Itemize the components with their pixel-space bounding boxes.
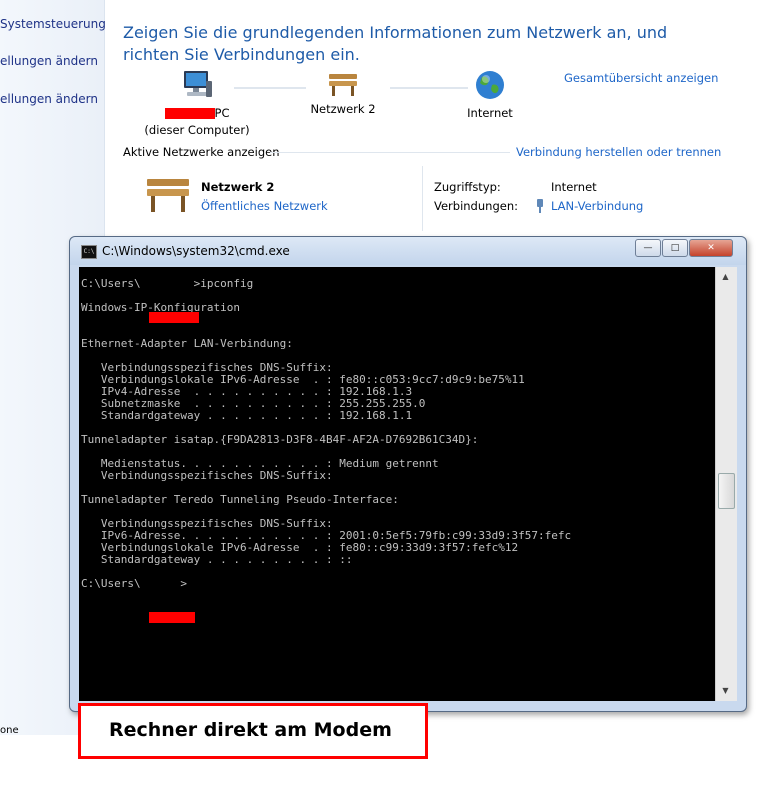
internet-node[interactable]: Internet [460, 69, 520, 121]
connection-line [390, 87, 468, 89]
globe-icon [476, 71, 504, 99]
redacted-username [149, 612, 195, 623]
sidebar-item-bottom[interactable]: one [0, 725, 19, 736]
network-type-link[interactable]: Öffentliches Netzwerk [201, 199, 328, 213]
network-node[interactable]: Netzwerk 2 [302, 71, 384, 117]
divider [270, 152, 510, 153]
connections-label: Verbindungen: [434, 199, 518, 213]
computer-icon [184, 71, 212, 97]
redacted-username [149, 312, 199, 323]
computer-label: PC [214, 106, 230, 120]
access-type-label: Zugriffstyp: [434, 180, 501, 194]
scrollbar-thumb[interactable] [718, 473, 735, 509]
console-output-area[interactable]: C:\Users\ >ipconfig Windows-IP-Konfigura… [79, 267, 715, 701]
cmd-titlebar[interactable]: C:\ C:\Windows\system32\cmd.exe — □ ✕ [70, 237, 746, 265]
bench-icon [147, 179, 189, 212]
caption-text: Rechner direkt am Modem [109, 719, 392, 741]
lan-connection-link[interactable]: LAN-Verbindung [551, 199, 643, 213]
minimize-button[interactable]: — [635, 239, 661, 257]
lan-connection-icon [537, 199, 543, 213]
vertical-scrollbar[interactable]: ▲ ▼ [715, 267, 737, 701]
divider [422, 166, 423, 231]
sidebar-item-adapter-settings[interactable]: ellungen ändern [0, 54, 98, 68]
computer-sublabel: (dieser Computer) [144, 123, 250, 137]
bench-icon [329, 74, 357, 96]
network-name: Netzwerk 2 [201, 180, 275, 194]
sidebar-item-sharing-settings[interactable]: ellungen ändern [0, 92, 98, 106]
active-networks-header: Aktive Netzwerke anzeigen [123, 145, 280, 159]
caption-box: Rechner direkt am Modem [78, 703, 428, 759]
connect-disconnect-link[interactable]: Verbindung herstellen oder trennen [516, 145, 721, 159]
cmd-window-title: C:\Windows\system32\cmd.exe [102, 244, 290, 258]
connection-line [234, 87, 306, 89]
overview-link[interactable]: Gesamtübersicht anzeigen [564, 71, 718, 85]
access-type-value: Internet [551, 180, 597, 194]
close-button[interactable]: ✕ [689, 239, 733, 257]
internet-label: Internet [467, 106, 513, 120]
redacted-name [164, 108, 215, 119]
network-label: Netzwerk 2 [310, 102, 376, 116]
maximize-button[interactable]: □ [662, 239, 688, 257]
cmd-icon: C:\ [81, 245, 97, 259]
scroll-down-arrow-icon[interactable]: ▼ [718, 683, 733, 698]
computer-node[interactable]: PC (dieser Computer) [142, 69, 252, 138]
scroll-up-arrow-icon[interactable]: ▲ [718, 269, 733, 284]
page-title: Zeigen Sie die grundlegenden Information… [123, 23, 668, 64]
sidebar-item-systemsteuerung[interactable]: Systemsteuerung [0, 17, 106, 31]
cmd-window[interactable]: C:\ C:\Windows\system32\cmd.exe — □ ✕ C:… [69, 236, 747, 712]
